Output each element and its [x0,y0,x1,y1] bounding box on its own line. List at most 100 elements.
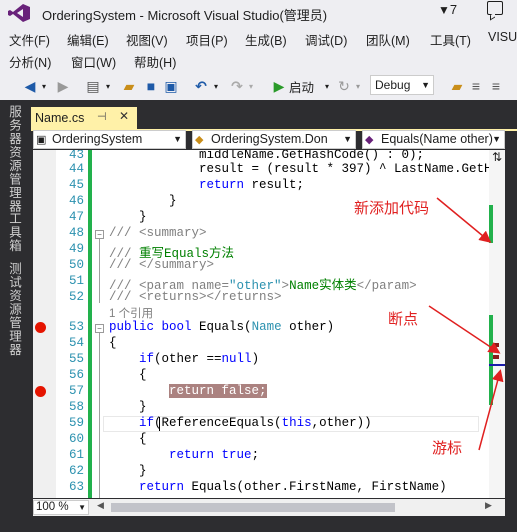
notifications[interactable]: ▼7 [438,2,457,17]
undo-dropdown-icon[interactable]: ▾ [212,76,220,96]
tab-toolbox[interactable]: 工具箱 [5,212,24,253]
code-line-56: { [109,368,147,382]
redo-icon[interactable]: ↷ [228,76,246,96]
code-line-43: middleName.GetHashCode() : 0); [109,150,425,162]
start-icon[interactable]: ▶ [272,76,286,96]
menu-visualization[interactable]: VISU [488,30,517,44]
menu-window[interactable]: 窗口(W) [71,52,116,71]
type-name: Name [251,320,282,334]
refresh-icon[interactable]: ↻ [336,76,352,96]
keyword: null [221,352,252,366]
collapse-icon[interactable]: − [95,324,104,333]
codelens-references[interactable]: 1 个引用 [109,305,153,321]
back-icon[interactable]: ◀ [22,76,38,96]
line-number: 47 [68,210,84,224]
feedback-icon[interactable] [487,1,503,15]
line-number: 46 [68,194,84,208]
code-line-62: } [109,464,147,478]
code-line-57: return false; [109,384,267,398]
menu-analyze[interactable]: 分析(N) [9,52,51,71]
back-dropdown-icon[interactable]: ▾ [40,76,48,96]
tab-server-explorer[interactable]: 服务器资源管理器 [5,105,24,213]
horizontal-scrollbar[interactable]: ◀ ▶ [95,500,495,512]
start-dropdown-icon[interactable]: ▾ [323,76,331,96]
menu-edit[interactable]: 编辑(E) [67,30,109,49]
menu-tools[interactable]: 工具(T) [430,30,471,49]
breakpoint-marker [493,343,499,347]
notification-count: 7 [449,2,458,17]
editor-bottom-bar: 100 % ▼ ◀ ▶ [33,499,505,516]
line-number: 44 [68,162,84,176]
cursor-marker [489,364,505,366]
collapse-icon[interactable]: − [95,230,104,239]
menu-help[interactable]: 帮助(H) [134,52,176,71]
scroll-right-icon[interactable]: ▶ [485,500,492,511]
code-line-44: result = (result * 397) ^ LastName.GetH [109,162,489,176]
project-value: OrderingSystem [52,132,143,146]
redo-dropdown-icon[interactable]: ▾ [247,76,255,96]
doc-comment-slashes: /// [109,258,140,272]
solution-config-select[interactable]: Debug ▼ [370,75,434,95]
save-icon[interactable]: ■ [143,76,159,96]
refresh-dropdown-icon[interactable]: ▾ [354,76,362,96]
new-project-icon[interactable]: ▤ [84,76,102,96]
class-select[interactable]: ◆ OrderingSystem.Don ▼ [192,130,356,149]
forward-icon[interactable]: ▶ [55,76,71,96]
new-project-dropdown-icon[interactable]: ▾ [104,76,112,96]
menu-project[interactable]: 项目(P) [186,30,228,49]
code-text: { [139,368,147,382]
keyword: return [139,480,185,494]
undo-icon[interactable]: ↶ [192,76,210,96]
code-line-63: return Equals(other.FirstName, FirstName… [109,480,447,494]
project-select[interactable]: ▣ OrderingSystem ▼ [33,130,186,149]
new-code-marker [489,315,493,405]
line-number: 53 [68,320,84,334]
menu-build[interactable]: 生成(B) [245,30,287,49]
line-number: 43 [68,150,84,162]
method-icon: ◆ [365,134,374,146]
keyword: return [169,448,215,462]
tab-name-cs[interactable]: Name.cs ⊣ ✕ [31,107,137,129]
keyword: if [139,352,155,366]
uncomment-icon[interactable]: ≡ [488,76,504,96]
menu-view[interactable]: 视图(V) [126,30,168,49]
doc-comment-slashes: /// [109,290,140,304]
breakpoint-icon[interactable] [35,322,46,333]
member-select[interactable]: ◆ Equals(Name other) ▼ [362,130,505,149]
breakpoint-icon[interactable] [35,386,46,397]
line-number: 49 [68,242,84,256]
keyword: return [199,178,245,192]
flag-icon: ▼ [438,3,450,17]
code-text: } [139,464,147,478]
comment-icon[interactable]: ≡ [468,76,484,96]
title-bar: OrderingSystem - Microsoft Visual Studio… [0,0,517,26]
code-line-46: } [109,194,177,208]
keyword: if [139,416,155,430]
find-in-files-icon[interactable]: ▰ [448,76,466,96]
pin-icon[interactable]: ⊣ [97,110,107,123]
zoom-value: 100 % [36,501,69,513]
split-window-icon[interactable]: ⇅ [489,150,505,164]
start-label[interactable]: 启动 [289,76,314,96]
line-number: 56 [68,368,84,382]
fold-guide [99,333,100,498]
annotation-cursor: 游标 [432,440,463,457]
menu-team[interactable]: 团队(M) [366,30,410,49]
open-file-icon[interactable]: ▰ [120,76,138,96]
new-code-marker [489,205,493,243]
menu-debug[interactable]: 调试(D) [305,30,347,49]
code-line-61: return true; [109,448,259,462]
tab-test-explorer[interactable]: 测试资源管理器 [5,262,24,357]
horizontal-scroll-thumb[interactable] [111,503,395,512]
zoom-select[interactable]: 100 % ▼ [33,500,89,515]
code-text: Equals(other.FirstName, FirstName) [184,480,447,494]
menu-file[interactable]: 文件(F) [9,30,50,49]
line-number: 63 [68,480,84,494]
line-number: 59 [68,416,84,430]
scroll-left-icon[interactable]: ◀ [97,500,104,511]
code-line-58: } [109,400,147,414]
close-icon[interactable]: ✕ [119,109,129,123]
code-text: other) [281,320,335,334]
window-title: OrderingSystem - Microsoft Visual Studio… [42,8,328,23]
save-all-icon[interactable]: ▣ [162,76,180,96]
